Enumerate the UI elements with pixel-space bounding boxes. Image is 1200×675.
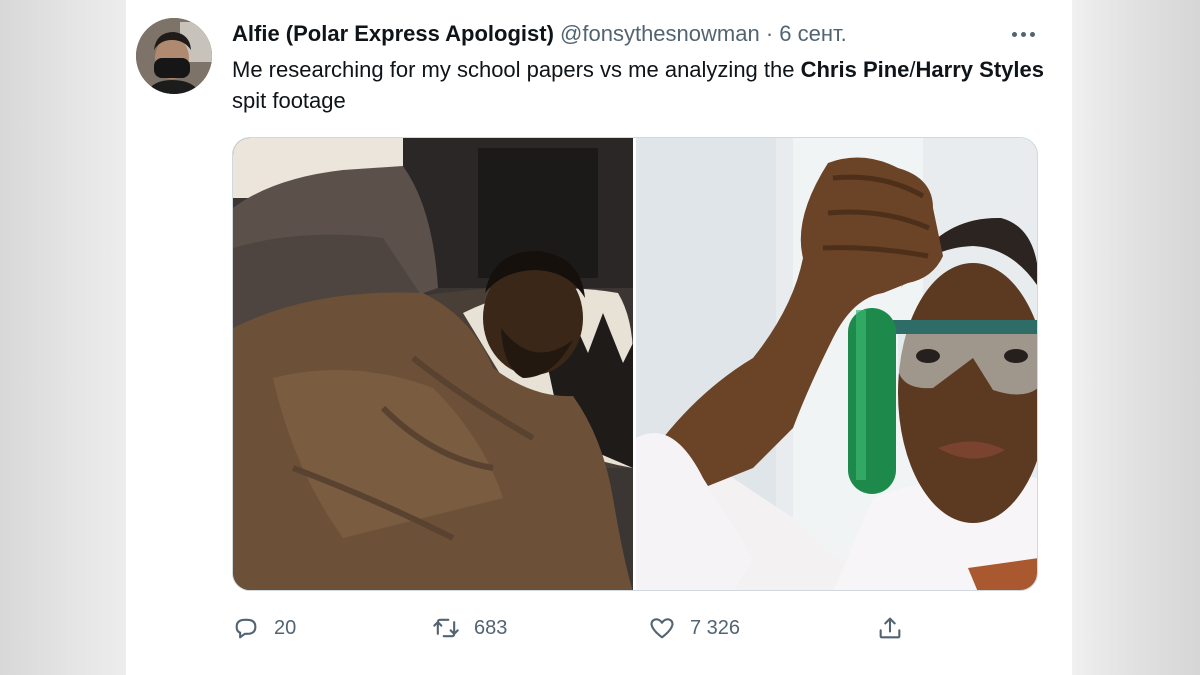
tweet-header: Alfie (Polar Express Apologist) @fonsyth… (232, 20, 847, 48)
tweet-text-part1: Me researching for my school papers vs m… (232, 57, 801, 82)
scientist-test-tube-photo[interactable] (636, 138, 1038, 591)
retweet-icon (433, 618, 459, 638)
tweet-actions: 20 683 7 326 (232, 610, 1038, 646)
tweet-card: Alfie (Polar Express Apologist) @fonsyth… (126, 0, 1072, 675)
tweet-date[interactable]: 6 сент. (779, 21, 846, 46)
retweet-button[interactable]: 683 (432, 610, 507, 646)
hashtag-harry-styles[interactable]: Harry Styles (916, 57, 1044, 82)
reply-icon (235, 618, 257, 639)
background-left (0, 0, 126, 675)
like-count: 7 326 (690, 616, 741, 639)
retweet-count: 683 (474, 616, 508, 639)
separator-dot: · (765, 21, 774, 46)
display-name[interactable]: Alfie (Polar Express Apologist) (232, 21, 554, 46)
hashtag-chris-pine[interactable]: Chris Pine (801, 57, 910, 82)
more-options-icon[interactable] (1008, 22, 1038, 46)
background-right (1072, 0, 1200, 675)
sleeping-man-photo[interactable] (233, 138, 633, 591)
reply-count: 20 (274, 616, 297, 639)
user-handle[interactable]: @fonsythesnowman (560, 21, 760, 46)
reply-button[interactable]: 20 (232, 610, 296, 646)
like-button[interactable]: 7 326 (648, 610, 740, 646)
share-icon (879, 617, 901, 639)
tweet-text-part2: spit footage (232, 88, 346, 113)
tweet-text: Me researching for my school papers vs m… (232, 54, 1052, 116)
heart-icon (650, 618, 674, 639)
avatar[interactable] (136, 18, 212, 94)
share-button[interactable] (876, 610, 904, 646)
tweet-media[interactable] (232, 137, 1038, 591)
